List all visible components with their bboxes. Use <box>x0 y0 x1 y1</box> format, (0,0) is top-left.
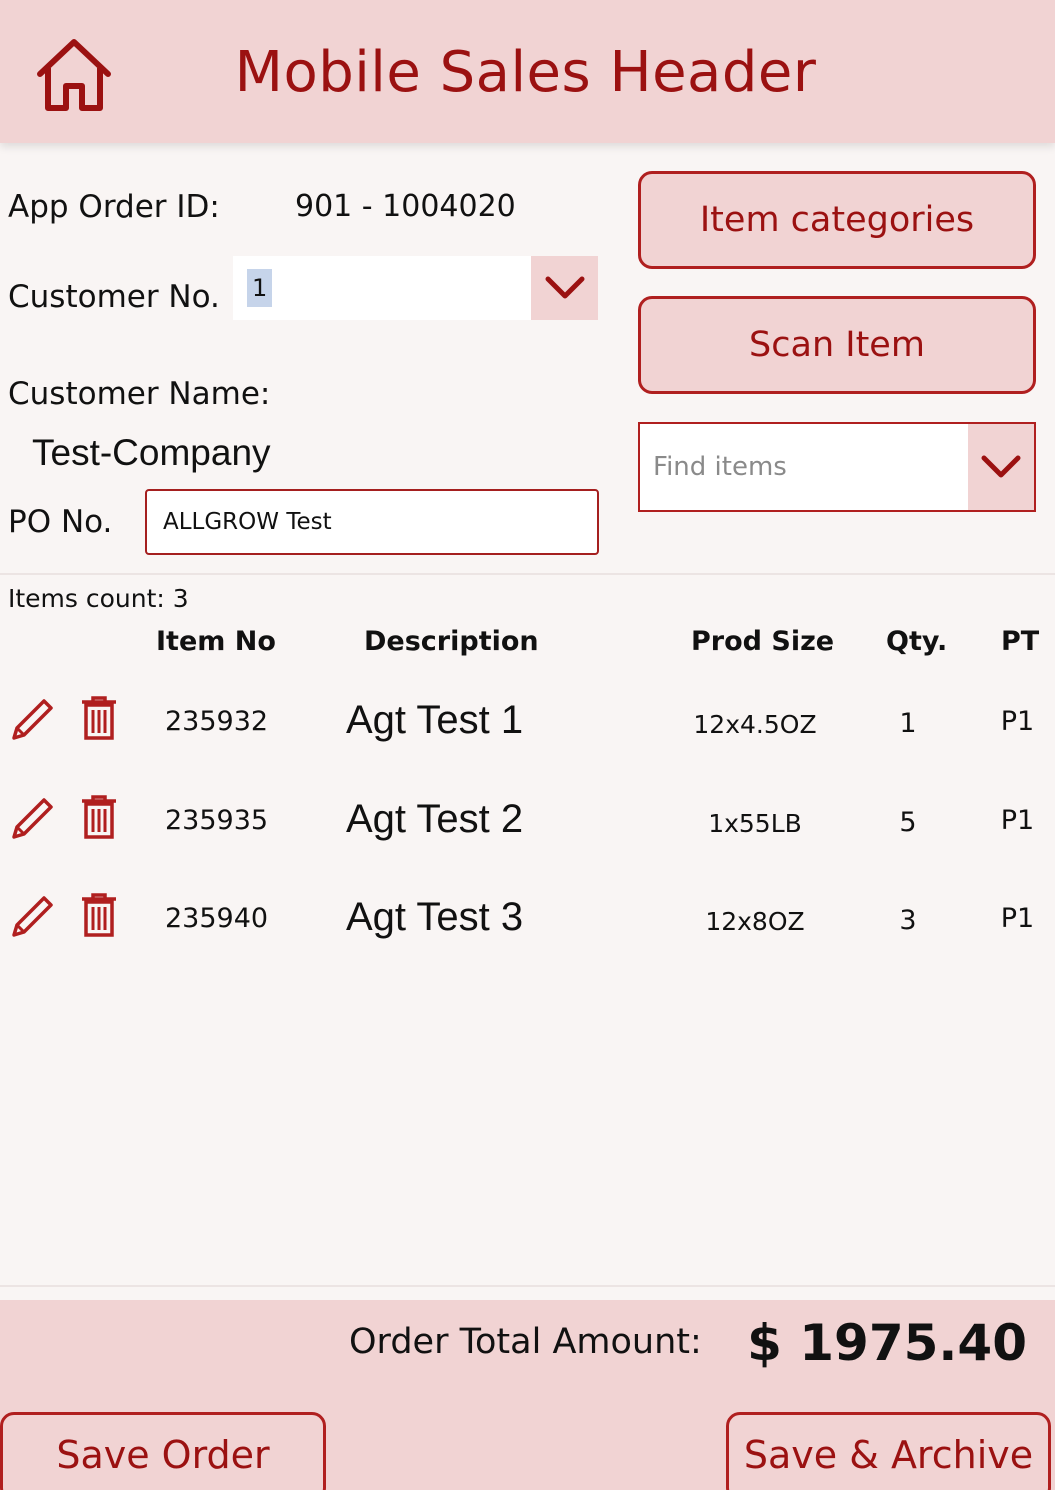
item-description: Agt Test 2 <box>346 797 524 841</box>
trash-icon[interactable] <box>80 696 118 740</box>
column-header-item-no: Item No <box>156 626 276 657</box>
find-items-expand-button[interactable] <box>968 424 1034 510</box>
item-pt: P1 <box>1000 706 1035 737</box>
divider <box>0 1285 1055 1287</box>
divider <box>0 573 1055 575</box>
table-row: 235940 Agt Test 3 12x8OZ 3 P1 <box>0 893 1055 973</box>
column-header-qty: Qty. <box>886 626 948 657</box>
po-no-label: PO No. <box>8 504 113 540</box>
column-header-prod-size: Prod Size <box>691 626 835 657</box>
item-prod-size: 1x55LB <box>708 809 802 838</box>
trash-icon[interactable] <box>80 795 118 839</box>
item-no: 235932 <box>165 706 269 737</box>
item-pt: P1 <box>1000 805 1035 836</box>
customer-no-expand-button[interactable] <box>531 256 598 320</box>
page-title: Mobile Sales Header <box>0 40 1055 105</box>
item-no: 235935 <box>165 805 269 836</box>
chevron-down-icon <box>981 455 1021 478</box>
pencil-icon[interactable] <box>8 795 56 843</box>
item-qty: 3 <box>899 905 917 936</box>
item-pt: P1 <box>1000 903 1035 934</box>
item-qty: 1 <box>899 708 917 739</box>
chevron-down-icon <box>545 276 584 299</box>
order-total-label: Order Total Amount: <box>349 1322 702 1362</box>
column-header-pt: PT <box>1001 626 1040 657</box>
customer-no-value: 1 <box>247 269 273 307</box>
pencil-icon[interactable] <box>8 696 56 744</box>
find-items-combo[interactable] <box>638 422 1036 512</box>
page-title-text: Mobile Sales Header <box>234 40 817 105</box>
app-order-id-value: 901 - 1004020 <box>295 189 516 224</box>
table-row: 235932 Agt Test 1 12x4.5OZ 1 P1 <box>0 696 1055 776</box>
item-prod-size: 12x4.5OZ <box>693 710 817 739</box>
customer-name-label: Customer Name: <box>8 376 271 412</box>
item-no: 235940 <box>165 903 269 934</box>
pencil-icon[interactable] <box>8 893 56 941</box>
item-categories-button[interactable]: Item categories <box>638 171 1036 269</box>
item-qty: 5 <box>899 807 917 838</box>
item-description: Agt Test 1 <box>346 698 524 742</box>
customer-no-dropdown[interactable]: 1 <box>233 256 598 320</box>
table-row: 235935 Agt Test 2 1x55LB 5 P1 <box>0 795 1055 875</box>
scan-item-button[interactable]: Scan Item <box>638 296 1036 394</box>
items-count: Items count: 3 <box>8 584 189 613</box>
find-items-input[interactable] <box>640 424 970 510</box>
po-no-input[interactable] <box>145 489 599 555</box>
header-bar: Mobile Sales Header <box>0 0 1055 143</box>
column-header-description: Description <box>364 626 539 657</box>
app-order-id-label: App Order ID: <box>8 189 220 225</box>
customer-no-label: Customer No. <box>8 279 220 315</box>
item-description: Agt Test 3 <box>346 895 524 939</box>
save-order-button[interactable]: Save Order <box>0 1412 326 1490</box>
item-prod-size: 12x8OZ <box>705 907 805 936</box>
customer-name-value: Test-Company <box>32 432 271 473</box>
order-total-value: $ 1975.40 <box>747 1314 1027 1372</box>
save-archive-button[interactable]: Save & Archive <box>726 1412 1051 1490</box>
trash-icon[interactable] <box>80 893 118 937</box>
